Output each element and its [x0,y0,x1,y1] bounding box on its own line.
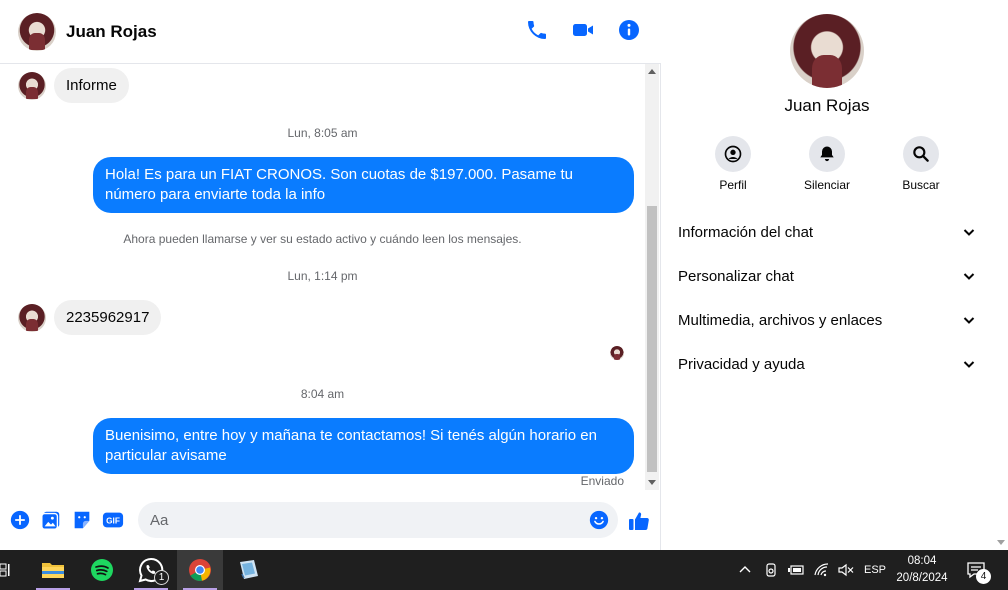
phone-icon[interactable] [525,18,549,42]
taskbar-file-explorer[interactable] [30,550,76,590]
scroll-thumb[interactable] [647,206,657,472]
video-call-icon[interactable] [571,18,595,42]
section-privacy-help[interactable]: Privacidad y ayuda [662,342,992,386]
taskbar: 1 ESP 08:04 20/8/2024 4 [0,550,1008,590]
profile-name: Juan Rojas [784,96,870,115]
profile-icon [724,145,742,163]
message-bubble-outgoing[interactable]: Buenisimo, entre hoy y mañana te contact… [93,418,634,474]
message-bubble-outgoing[interactable]: Hola! Es para un FIAT CRONOS. Son cuotas… [93,157,634,213]
header-actions [525,18,641,42]
messenger-window: Juan Rojas Informe Lun, 8:05 am Hola! Es… [0,0,1008,550]
volume-muted-icon[interactable] [838,563,854,577]
message-row-incoming: Informe [18,68,129,103]
message-list: Informe Lun, 8:05 am Hola! Es para un FI… [0,64,645,490]
search-label: Buscar [902,178,940,192]
taskbar-notes-app[interactable] [226,550,272,590]
system-message: Ahora pueden llamarse y ver su estado ac… [123,232,522,246]
clock-time: 08:04 [907,555,937,567]
plus-icon[interactable] [9,509,31,531]
message-scrollbar[interactable] [645,64,659,490]
section-label: Multimedia, archivos y enlaces [678,311,883,329]
section-media-files-links[interactable]: Multimedia, archivos y enlaces [662,298,992,342]
device-icon[interactable] [764,562,778,578]
clock-date: 20/8/2024 [896,572,948,584]
read-receipt-avatar [610,346,624,360]
sticker-icon[interactable] [71,509,93,531]
photo-icon[interactable] [40,509,62,531]
section-label: Personalizar chat [678,267,794,285]
contact-avatar[interactable] [18,12,56,51]
message-row-incoming: 2235962917 [18,300,162,335]
chevron-down-icon [963,273,975,280]
chrome-icon [189,559,211,581]
bell-icon [820,146,834,162]
sender-avatar[interactable] [18,303,46,332]
like-icon[interactable] [627,509,651,533]
gif-label: GIF [106,517,120,526]
chat-pane: Juan Rojas Informe Lun, 8:05 am Hola! Es… [0,0,661,550]
contact-name[interactable]: Juan Rojas [66,22,157,42]
message-status: Enviado [580,474,624,488]
taskbar-chrome[interactable] [177,550,223,590]
info-panel: Juan Rojas Perfil Silenciar Buscar Infor… [662,0,1008,550]
timestamp: Lun, 1:14 pm [287,269,358,283]
folder-icon [42,563,64,578]
message-bubble-incoming[interactable]: 2235962917 [54,300,162,335]
profile-label: Perfil [719,178,747,192]
mute-label: Silenciar [803,178,851,192]
profile-button[interactable]: Perfil [703,136,763,192]
clock[interactable]: 08:04 20/8/2024 [888,553,956,587]
profile-avatar[interactable] [790,14,864,88]
emoji-icon[interactable] [588,509,610,531]
system-tray: ESP [738,550,886,590]
spotify-icon [91,559,113,581]
info-scrollbar[interactable] [994,0,1008,550]
info-sections: Información del chat Personalizar chat M… [662,210,992,386]
info-icon[interactable] [617,18,641,42]
message-input-container [138,502,618,538]
notebook-icon [240,560,258,579]
timestamp: 8:04 am [300,387,345,401]
search-button[interactable]: Buscar [891,136,951,192]
chevron-down-icon [963,229,975,236]
profile-actions: Perfil Silenciar Buscar [662,136,992,192]
whatsapp-badge: 1 [154,570,169,585]
chevron-down-icon [963,361,975,368]
composer: GIF [0,498,661,542]
gif-icon[interactable]: GIF [102,509,124,531]
mute-button[interactable]: Silenciar [797,136,857,192]
section-customize-chat[interactable]: Personalizar chat [662,254,992,298]
taskbar-spotify[interactable] [79,550,125,590]
search-icon [913,146,929,162]
taskbar-whatsapp[interactable]: 1 [128,550,174,590]
battery-icon[interactable] [788,564,804,576]
chevron-down-icon [963,317,975,324]
timestamp: Lun, 8:05 am [287,126,358,140]
message-input[interactable] [150,511,570,529]
chevron-up-icon[interactable] [738,563,752,577]
input-language[interactable]: ESP [864,564,886,576]
section-label: Privacidad y ayuda [678,355,805,373]
wifi-icon[interactable] [814,563,830,577]
section-chat-info[interactable]: Información del chat [662,210,992,254]
section-label: Información del chat [678,223,814,241]
notification-count-badge: 4 [976,569,991,584]
scroll-up-arrow[interactable] [648,69,656,74]
message-bubble-incoming[interactable]: Informe [54,68,129,103]
chat-header: Juan Rojas [0,0,661,64]
scroll-down-arrow[interactable] [997,540,1005,545]
sender-avatar[interactable] [18,71,46,100]
task-view-icon[interactable] [0,562,10,578]
scroll-down-arrow[interactable] [648,480,656,485]
